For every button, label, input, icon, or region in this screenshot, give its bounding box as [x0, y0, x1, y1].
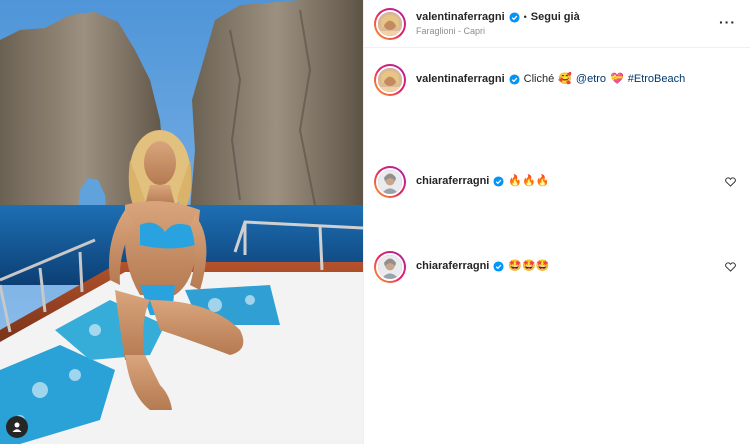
caption-body: Cliché — [523, 73, 555, 85]
comment-text: chiaraferragni 🔥🔥🔥 — [416, 174, 549, 188]
avatar-image — [378, 255, 402, 279]
post-image — [0, 0, 363, 444]
user-tag-button[interactable] — [6, 416, 28, 438]
verified-badge-icon — [509, 11, 520, 23]
post-location[interactable]: Faraglioni - Capri — [416, 26, 580, 36]
avatar-image — [378, 170, 402, 194]
post-header: valentinaferragni • Segui già Faraglioni… — [364, 0, 750, 48]
mention-link[interactable]: @etro — [576, 72, 606, 86]
heart-icon[interactable] — [725, 177, 736, 187]
comment-row: chiaraferragni 🔥🔥🔥 — [374, 166, 740, 198]
smiling-hearts-emoji: 🥰 — [558, 73, 572, 85]
comment-text: chiaraferragni 🤩🤩🤩 — [416, 259, 549, 273]
caption-avatar[interactable] — [374, 64, 406, 96]
person-icon — [12, 422, 22, 432]
post-side-panel: valentinaferragni • Segui già Faraglioni… — [363, 0, 750, 444]
caption-username[interactable]: valentinaferragni — [416, 72, 505, 86]
caption-row: valentinaferragni Cliché 🥰 @etro 💝 #Etro… — [374, 64, 740, 96]
post-photo[interactable] — [0, 0, 363, 444]
avatar-image — [378, 68, 402, 92]
comment-username[interactable]: chiaraferragni — [416, 259, 489, 273]
header-separator: • — [523, 12, 527, 22]
fire-emojis: 🔥🔥🔥 — [508, 175, 550, 187]
more-options-icon[interactable]: ··· — [719, 14, 736, 30]
heart-icon[interactable] — [725, 262, 736, 272]
hashtag-link[interactable]: #EtroBeach — [628, 72, 685, 86]
commenter-avatar[interactable] — [374, 166, 406, 198]
instagram-post: valentinaferragni • Segui già Faraglioni… — [0, 0, 750, 444]
following-button[interactable]: Segui già — [531, 11, 580, 23]
caption-text: valentinaferragni Cliché 🥰 @etro 💝 #Etro… — [416, 72, 685, 86]
author-username[interactable]: valentinaferragni — [416, 11, 505, 23]
comment-row: chiaraferragni 🤩🤩🤩 — [374, 251, 740, 283]
verified-badge-icon — [493, 175, 504, 187]
star-eyes-emojis: 🤩🤩🤩 — [508, 260, 550, 272]
verified-badge-icon — [493, 260, 504, 272]
comment-username[interactable]: chiaraferragni — [416, 174, 489, 188]
avatar-image — [378, 11, 402, 36]
verified-badge-icon — [509, 73, 520, 85]
commenter-avatar[interactable] — [374, 251, 406, 283]
author-avatar[interactable] — [374, 7, 406, 40]
heart-ribbon-emoji: 💝 — [610, 73, 624, 85]
